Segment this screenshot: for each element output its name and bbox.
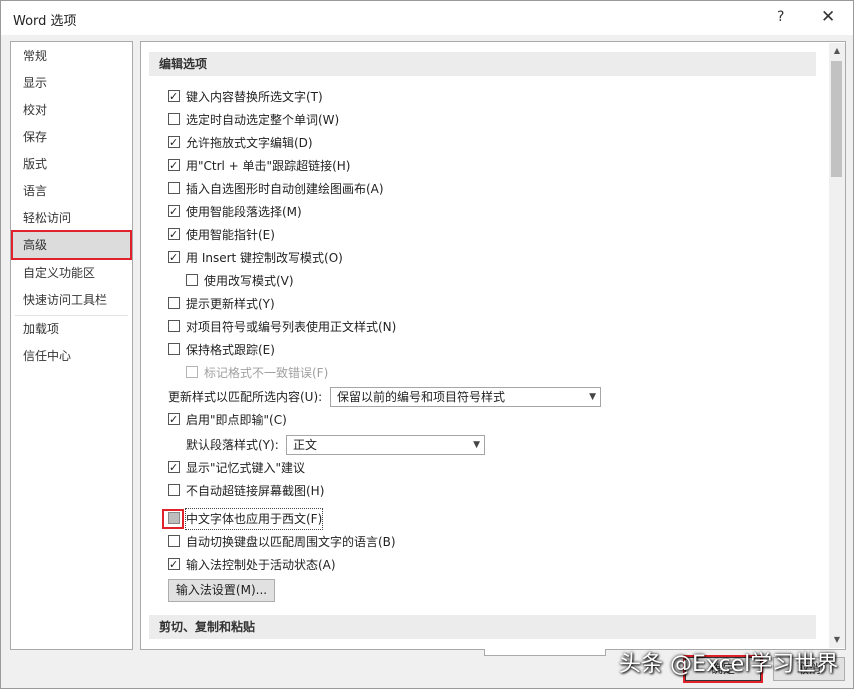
checkbox[interactable] [168,458,180,478]
nav-item-quick-access-toolbar[interactable]: 快速访问工具栏 [11,287,132,314]
default-paragraph-style-value: 正文 [293,438,318,452]
checkbox[interactable] [168,343,180,355]
scrollbar-thumb[interactable] [831,61,842,177]
checkbox[interactable] [168,535,180,547]
checkbox[interactable] [168,484,180,496]
checkbox[interactable] [168,248,180,268]
checkbox[interactable] [168,225,180,245]
nav-item-accessibility[interactable]: 轻松访问 [11,205,132,232]
advanced-options-panel: 编辑选项 键入内容替换所选文字(T) 选定时自动选定整个单词(W) 允许拖放式文… [140,41,846,650]
chevron-down-icon: ▼ [473,440,480,450]
default-paragraph-style-label: 默认段落样式(Y): [186,438,279,452]
checkbox[interactable] [168,113,180,125]
nav-item-save[interactable]: 保存 [11,124,132,151]
word-options-dialog: Word 选项 ? ✕ 常规 显示 校对 保存 版式 语言 轻松访问 高级 自定… [0,0,854,689]
checkbox[interactable] [168,320,180,332]
title-bar: Word 选项 ? ✕ [1,1,853,35]
checkbox[interactable] [168,555,180,575]
update-style-value: 保留以前的编号和项目符号样式 [337,390,506,404]
window-title: Word 选项 [13,14,77,29]
ime-settings-button[interactable]: 输入法设置(M)... [168,579,275,602]
checkbox[interactable] [168,87,180,107]
checkbox[interactable] [168,202,180,222]
watermark: 头条 @Excel学习世界 [619,652,839,677]
scroll-up-icon[interactable]: ▲ [829,43,845,59]
nav-item-language[interactable]: 语言 [11,178,132,205]
category-nav: 常规 显示 校对 保存 版式 语言 轻松访问 高级 自定义功能区 快速访问工具栏… [10,41,133,650]
chevron-down-icon: ▼ [589,392,596,402]
nav-item-customize-ribbon[interactable]: 自定义功能区 [11,260,132,287]
vertical-scrollbar[interactable]: ▲ ▼ [829,43,845,648]
checkbox[interactable] [168,410,180,430]
close-icon[interactable]: ✕ [821,7,835,27]
nav-item-layout[interactable]: 版式 [11,151,132,178]
section-cut-copy-paste: 剪切、复制和粘贴 [149,615,816,639]
checkbox[interactable] [168,182,180,194]
partial-field [484,649,606,656]
update-style-label: 更新样式以匹配所选内容(U): [168,390,323,404]
nav-item-add-ins[interactable]: 加载项 [11,316,132,343]
nav-item-trust-center[interactable]: 信任中心 [11,343,132,370]
help-icon[interactable]: ? [777,9,784,25]
checkbox[interactable] [168,297,180,309]
checkbox[interactable] [168,133,180,153]
nav-item-display[interactable]: 显示 [11,70,132,97]
checkbox[interactable] [186,274,198,286]
checkbox[interactable] [168,156,180,176]
checkbox [186,366,198,378]
default-paragraph-style-select[interactable]: 正文 ▼ [286,435,485,455]
nav-item-advanced[interactable]: 高级 [11,230,132,260]
nav-item-general[interactable]: 常规 [11,43,132,70]
update-style-select[interactable]: 保留以前的编号和项目符号样式 ▼ [330,387,601,407]
section-editing-options: 编辑选项 [149,52,816,76]
nav-item-proofing[interactable]: 校对 [11,97,132,124]
checkbox[interactable] [168,512,180,524]
